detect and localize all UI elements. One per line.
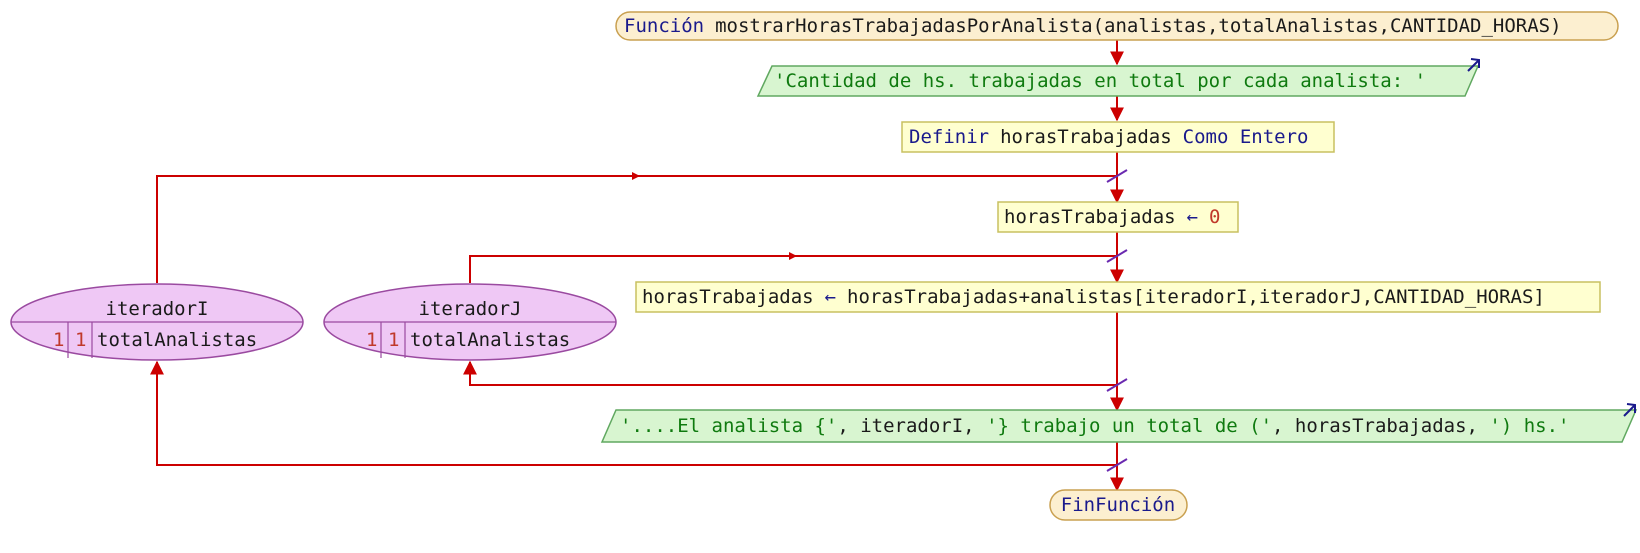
output-statement-2[interactable]: '....El analista {', iteradorI, '} traba… (600, 403, 1638, 443)
svg-text:horasTrabajadas←0: horasTrabajadas ← 0 (1004, 206, 1221, 228)
loop-inner-end: totalAnalistas (410, 329, 570, 351)
svg-text:'....El analista {', iteradorI: '....El analista {', iteradorI, '} traba… (620, 415, 1569, 437)
output-statement-1[interactable]: 'Cantidad de hs. trabajadas en total por… (756, 58, 1480, 97)
outer-loop-entry-line (156, 175, 1117, 283)
loop-inner-variable: iteradorJ (419, 298, 522, 320)
svg-text:horasTrabajadas←horasTrabajada: horasTrabajadas ← horasTrabajadas+analista… (642, 286, 1545, 308)
loop-outer-step: 1 (75, 329, 86, 351)
inner-loop-entry-arrowhead (789, 252, 797, 260)
output-2-string-3: ') hs.' (1489, 415, 1569, 437)
output-2-var-iteradorI: , iteradorI, (837, 415, 986, 437)
svg-text:DefinirhorasTrabajadasComo Ent: Definir horasTrabajadas Como Entero (909, 126, 1309, 148)
loop-outer-variable: iteradorI (106, 298, 209, 320)
define-variable: horasTrabajadas (1000, 126, 1172, 148)
output-1-text: 'Cantidad de hs. trabajadas en total por… (774, 70, 1426, 92)
function-keyword: Función (624, 15, 704, 37)
assign-init-statement[interactable]: horasTrabajadas ← 0 (997, 201, 1239, 233)
output-2-string-1: '....El analista {' (620, 415, 837, 437)
assign-sum-variable: horasTrabajadas (642, 286, 814, 308)
inner-loop-entry-line (469, 255, 1117, 283)
assign-sum-expression: horasTrabajadas+analistas[iteradorI,iter… (847, 286, 1545, 308)
svg-text:FunciónmostrarHorasTrabajadasP: Función mostrarHorasTrabajadasPorAnalista… (624, 15, 1562, 37)
loop-outer-iteradorI[interactable]: iteradorI 1 1 totalAnalistas (10, 283, 304, 361)
assign-sum-arrow: ← (825, 286, 836, 308)
loop-outer-start: 1 (53, 329, 64, 351)
assign-init-arrow: ← (1187, 206, 1198, 228)
assign-init-variable: horasTrabajadas (1004, 206, 1176, 228)
assign-init-value: 0 (1209, 206, 1220, 228)
output-2-var-horasTrabajadas: , horasTrabajadas, (1272, 415, 1489, 437)
loop-inner-step: 1 (388, 329, 399, 351)
loop-outer-end: totalAnalistas (97, 329, 257, 351)
outer-loop-entry-arrowhead (632, 172, 640, 180)
loop-inner-iteradorJ[interactable]: iteradorJ 1 1 totalAnalistas (323, 283, 617, 361)
function-end-label: FinFunción (1061, 494, 1175, 516)
define-statement[interactable]: Definir horasTrabajadas Como Entero (901, 121, 1335, 153)
inner-loop-return-line (463, 360, 1117, 386)
loop-inner-start: 1 (366, 329, 377, 351)
function-start-terminal[interactable]: Función mostrarHorasTrabajadasPorAnalista… (615, 11, 1619, 41)
define-type: Como Entero (1183, 126, 1309, 148)
function-end-terminal[interactable]: FinFunción (1049, 489, 1188, 521)
assign-sum-statement[interactable]: horasTrabajadas ← horasTrabajadas+analista… (635, 281, 1601, 313)
define-keyword: Definir (909, 126, 989, 148)
output-2-string-2: '} trabajo un total de (' (986, 415, 1272, 437)
function-signature: mostrarHorasTrabajadasPorAnalista(analis… (715, 15, 1561, 37)
